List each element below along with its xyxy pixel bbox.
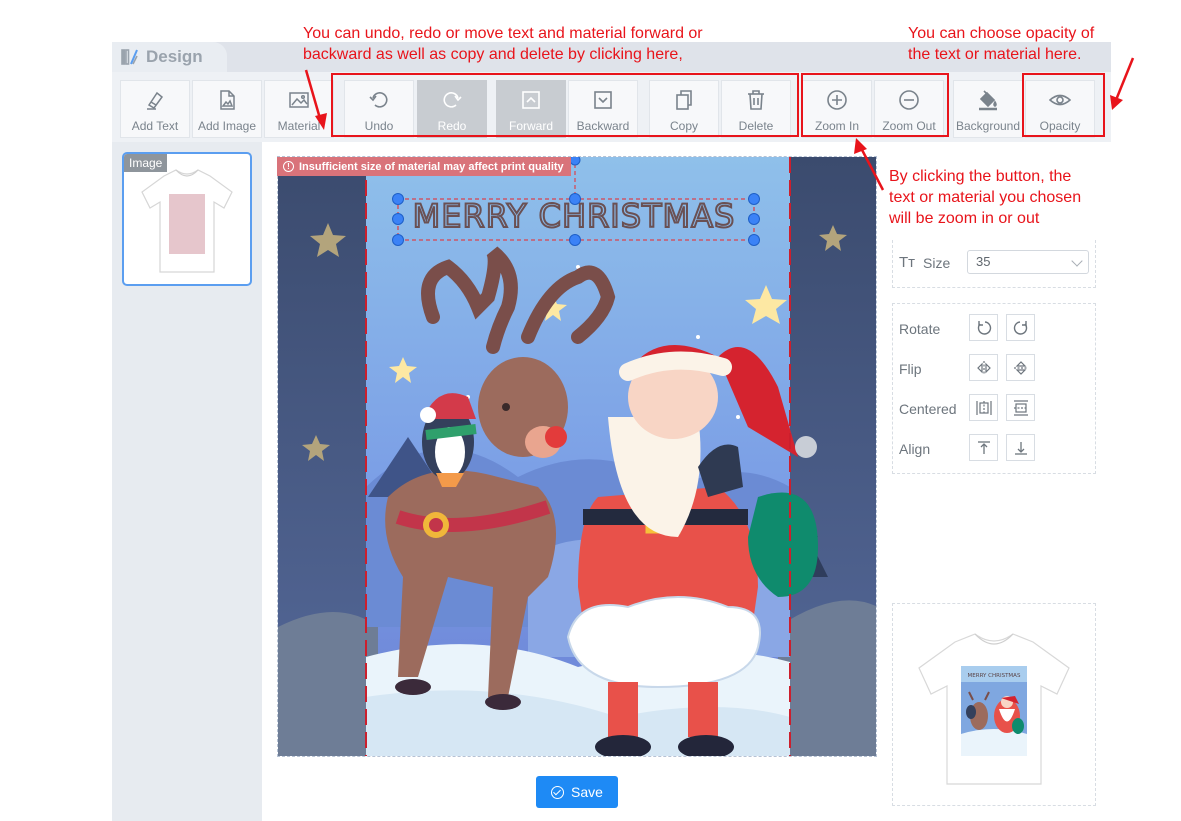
tab-bar: Design — [112, 42, 1111, 72]
design-canvas[interactable]: MERRY CHRISTMAS — [277, 156, 877, 757]
add-text-label: Add Text — [131, 119, 179, 133]
backward-label: Backward — [576, 119, 630, 133]
zoom-annotation-line-3: will be zoom in or out — [889, 210, 1040, 227]
background-label: Background — [955, 119, 1021, 133]
align-top-icon — [977, 440, 990, 454]
tab-design-label: Design — [146, 47, 203, 66]
preview-shirt-text: MERRY CHRISTMAS — [968, 673, 1021, 679]
delete-button[interactable]: Delete — [721, 80, 791, 138]
zoom-out-label: Zoom Out — [882, 119, 936, 133]
redo-label: Redo — [437, 119, 467, 133]
opacity-annotation-line-1: You can choose opacity of — [908, 25, 1095, 42]
flip-label: Flip — [899, 361, 922, 377]
page-thumbnail[interactable]: Image — [122, 152, 252, 286]
paint-bucket-icon — [979, 90, 997, 111]
flip-horizontal-icon — [976, 360, 991, 375]
product-preview: MERRY CHRISTMAS — [892, 603, 1096, 806]
rotate-left-button[interactable] — [969, 314, 998, 341]
bring-forward-icon — [522, 91, 540, 109]
centered-label: Centered — [899, 401, 957, 417]
center-horizontal-icon — [975, 400, 992, 415]
material-label: Material — [277, 119, 321, 133]
page-thumbnails-panel: Image — [112, 142, 262, 821]
flip-vertical-button[interactable] — [1006, 354, 1035, 381]
copy-button[interactable]: Copy — [649, 80, 719, 138]
save-button[interactable]: Save — [536, 776, 618, 808]
align-bottom-icon — [1014, 441, 1027, 455]
flip-vertical-icon — [1013, 360, 1028, 375]
opacity-label: Opacity — [1039, 119, 1081, 133]
christmas-artwork[interactable]: MERRY CHRISTMAS — [278, 157, 877, 757]
size-value: 35 — [976, 254, 991, 269]
chevron-down-icon — [1071, 255, 1083, 267]
tshirt-thumbnail-image — [141, 169, 233, 273]
undo-label: Undo — [364, 119, 394, 133]
eye-icon — [1049, 94, 1071, 106]
add-text-button[interactable]: Add Text — [120, 80, 190, 138]
add-image-button[interactable]: Add Image — [192, 80, 262, 138]
undo-button[interactable]: Undo — [344, 80, 414, 138]
text-size-icon: Tт — [899, 254, 916, 271]
delete-label: Delete — [738, 119, 774, 133]
zoom-out-icon — [899, 90, 919, 110]
trash-icon — [748, 90, 764, 110]
center-vertical-icon — [1013, 399, 1028, 416]
tab-design[interactable]: Design — [112, 42, 227, 72]
center-vertical-button[interactable] — [1006, 394, 1035, 421]
send-backward-icon — [594, 91, 612, 109]
redo-button[interactable]: Redo — [417, 80, 487, 138]
material-button[interactable]: Material — [264, 80, 334, 138]
zoom-annotation-line-2: text or material you chosen — [889, 189, 1082, 206]
rotate-left-icon — [977, 320, 991, 335]
toolbar-annotation-line-1: You can undo, redo or move text and mate… — [303, 25, 703, 42]
save-label: Save — [571, 784, 603, 800]
picture-icon — [289, 92, 309, 108]
background-button[interactable]: Background — [953, 80, 1023, 138]
design-editor: Design Add Text Add Image Material Undo … — [0, 0, 1181, 821]
zoom-out-button[interactable]: Zoom Out — [874, 80, 944, 138]
copy-icon — [676, 90, 692, 110]
size-select[interactable]: 35 — [967, 250, 1089, 274]
forward-button[interactable]: Forward — [496, 80, 566, 138]
warning-icon: ! — [283, 161, 294, 172]
print-quality-warning-text: Insufficient size of material may affect… — [299, 160, 564, 173]
zoom-in-button[interactable]: Zoom In — [802, 80, 872, 138]
rotate-label: Rotate — [899, 321, 941, 337]
zoom-annotation-line-1: By clicking the button, the — [889, 168, 1072, 185]
tshirt-preview-image: MERRY CHRISTMAS — [918, 633, 1070, 785]
opacity-button[interactable]: Opacity — [1025, 80, 1095, 138]
add-image-label: Add Image — [197, 119, 257, 133]
backward-button[interactable]: Backward — [568, 80, 638, 138]
undo-icon — [369, 92, 388, 108]
zoom-in-label: Zoom In — [814, 119, 859, 133]
rotate-right-button[interactable] — [1006, 314, 1035, 341]
toolbar: Add Text Add Image Material Undo Redo Fo… — [112, 72, 1111, 142]
highlighter-icon — [147, 91, 164, 110]
image-file-icon — [220, 90, 235, 110]
copy-label: Copy — [669, 119, 698, 133]
align-top-button[interactable] — [969, 434, 998, 461]
check-circle-icon — [551, 785, 565, 799]
align-bottom-button[interactable] — [1006, 434, 1035, 461]
redo-icon — [443, 92, 462, 108]
flip-horizontal-button[interactable] — [969, 354, 998, 381]
thumbnail-label: Image — [124, 154, 168, 172]
design-logo-icon — [121, 49, 138, 65]
print-quality-warning: ! Insufficient size of material may affe… — [277, 157, 571, 176]
rotate-right-icon — [1013, 320, 1027, 335]
align-label: Align — [899, 441, 931, 457]
zoom-annotation: By clicking the button, the text or mate… — [889, 166, 1081, 229]
size-label: Size — [923, 255, 951, 271]
forward-label: Forward — [508, 119, 553, 133]
zoom-in-icon — [827, 90, 847, 110]
center-horizontal-button[interactable] — [969, 394, 998, 421]
